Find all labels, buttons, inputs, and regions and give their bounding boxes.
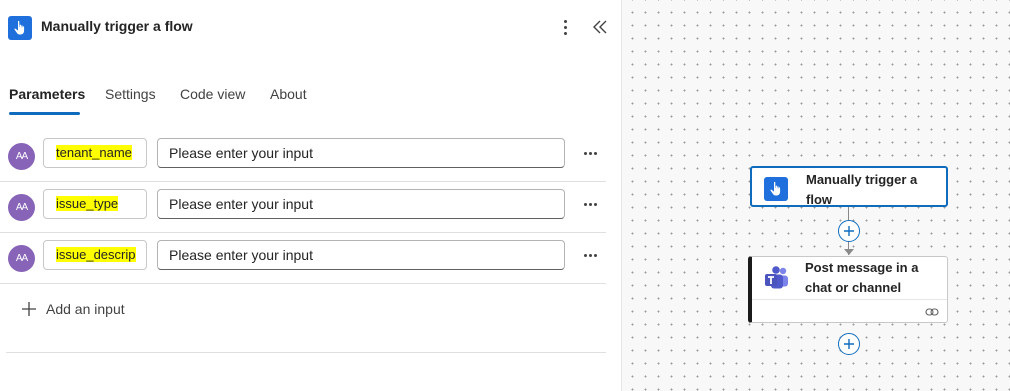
input-name-field[interactable]: issue_type xyxy=(43,189,147,219)
add-input-label: Add an input xyxy=(46,301,125,317)
input-row: AA tenant_name Please enter your input xyxy=(0,131,606,182)
card-divider xyxy=(752,299,947,300)
trigger-card-title: Manually trigger a flow xyxy=(806,170,917,210)
input-row: AA issue_descrip Please enter your input xyxy=(0,233,606,284)
more-horizontal-icon[interactable] xyxy=(581,193,599,215)
text-type-avatar: AA xyxy=(8,245,35,272)
plus-circle-icon[interactable] xyxy=(838,220,860,242)
action-card-title-line: chat or channel xyxy=(805,280,902,295)
add-input-button[interactable]: Add an input xyxy=(21,298,125,320)
input-name-field[interactable]: issue_descrip xyxy=(43,240,147,270)
link-icon xyxy=(925,304,939,316)
action-card[interactable]: Post message in a chat or channel xyxy=(748,256,948,323)
collapse-chevrons-icon[interactable] xyxy=(590,16,610,38)
tab-parameters[interactable]: Parameters xyxy=(9,86,85,102)
input-value-field[interactable]: Please enter your input xyxy=(157,189,565,219)
input-row: AA issue_type Please enter your input xyxy=(0,182,606,233)
action-card-title: Post message in a chat or channel xyxy=(805,258,918,298)
tab-settings[interactable]: Settings xyxy=(105,86,156,102)
trigger-card[interactable]: Manually trigger a flow xyxy=(750,166,948,207)
input-name-field[interactable]: tenant_name xyxy=(43,138,147,168)
action-card-title-line: Post message in a xyxy=(805,260,919,275)
input-name-text: tenant_name xyxy=(56,145,132,160)
more-vertical-icon[interactable] xyxy=(556,16,574,38)
text-type-avatar: AA xyxy=(8,143,35,170)
more-horizontal-icon[interactable] xyxy=(581,244,599,266)
teams-icon xyxy=(764,265,790,296)
more-horizontal-icon[interactable] xyxy=(581,142,599,164)
add-icon xyxy=(22,302,36,316)
divider xyxy=(6,352,606,353)
panel-title: Manually trigger a flow xyxy=(41,18,193,34)
text-type-avatar: AA xyxy=(8,194,35,221)
trigger-card-title-line: flow xyxy=(806,192,832,207)
trigger-details-panel: Manually trigger a flow Parameters Setti… xyxy=(0,0,622,391)
active-tab-indicator xyxy=(9,112,80,115)
input-value-field[interactable]: Please enter your input xyxy=(157,138,565,168)
connector-arrow xyxy=(844,249,854,255)
input-name-text: issue_type xyxy=(56,196,119,211)
trigger-card-title-line: Manually trigger a xyxy=(806,172,918,187)
input-value-field[interactable]: Please enter your input xyxy=(157,240,565,270)
plus-circle-icon[interactable] xyxy=(838,333,860,355)
touch-trigger-icon xyxy=(764,177,788,201)
tab-about[interactable]: About xyxy=(270,86,307,102)
input-name-text: issue_descrip xyxy=(56,247,136,262)
touch-trigger-icon xyxy=(8,16,32,40)
tab-code-view[interactable]: Code view xyxy=(180,86,245,102)
